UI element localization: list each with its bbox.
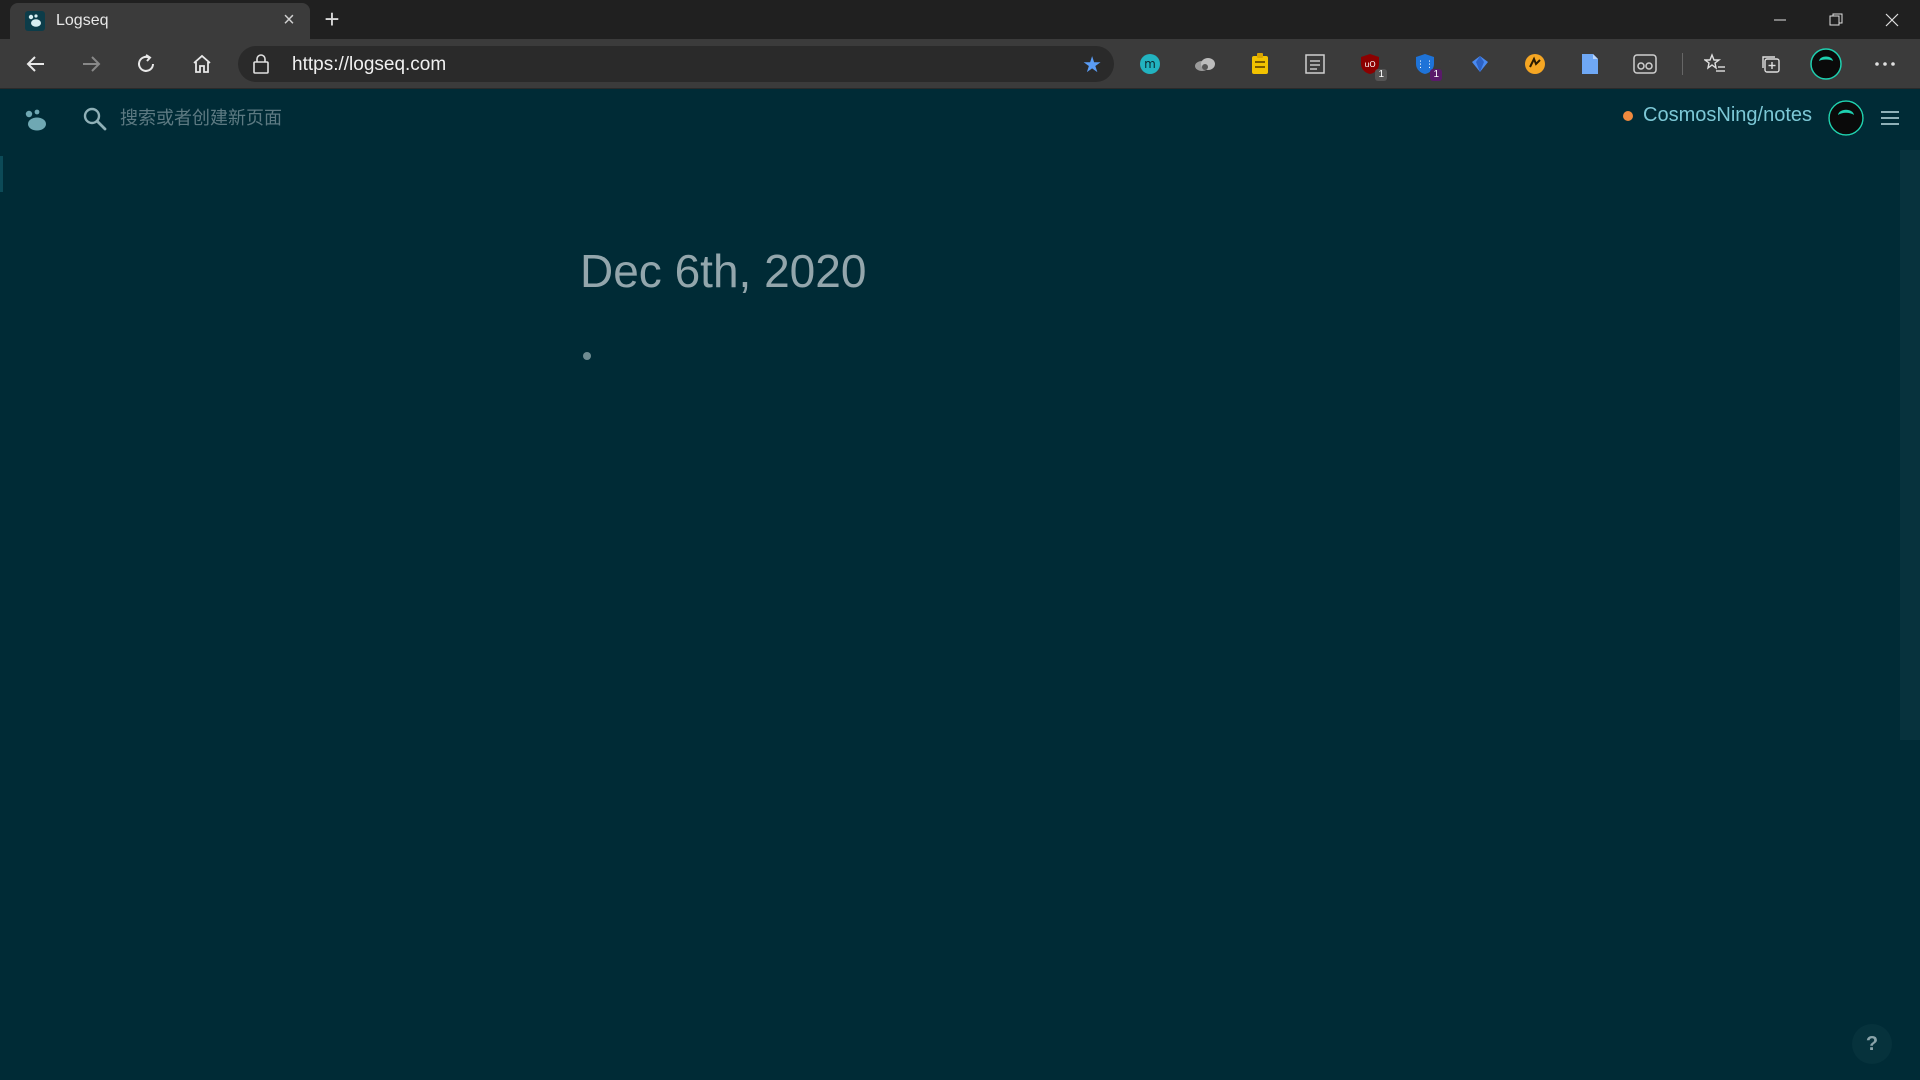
minimize-icon[interactable]	[1752, 0, 1808, 39]
tab-title: Logseq	[56, 12, 109, 29]
notes-extension-icon[interactable]	[1245, 49, 1275, 79]
glasses-extension-icon[interactable]	[1630, 49, 1660, 79]
cloud-extension-icon[interactable]	[1190, 49, 1220, 79]
page-title[interactable]: Dec 6th, 2020	[580, 244, 866, 298]
browser-nav-bar: https://logseq.com ★ m uO 1 ⋮⋮ 1	[0, 39, 1920, 89]
refresh-icon[interactable]	[129, 47, 163, 81]
svg-text:m: m	[1144, 57, 1156, 71]
shield-extension-icon[interactable]: ⋮⋮ 1	[1410, 49, 1442, 81]
collections-icon[interactable]	[1756, 49, 1786, 79]
more-icon[interactable]	[1870, 49, 1900, 79]
block-bullet[interactable]	[583, 352, 591, 360]
close-window-icon[interactable]	[1864, 0, 1920, 39]
doc-extension-icon[interactable]	[1575, 49, 1605, 79]
browser-tab-bar: Logseq × +	[0, 0, 1920, 39]
lock-icon[interactable]	[252, 54, 270, 74]
browser-tab[interactable]: Logseq ×	[10, 3, 310, 39]
gem-extension-icon[interactable]	[1465, 49, 1495, 79]
sync-status-dot	[1623, 110, 1634, 121]
repo-link[interactable]: CosmosNing/notes	[1623, 104, 1812, 127]
ublock-extension-icon[interactable]: uO 1	[1355, 49, 1387, 81]
hamburger-menu-icon[interactable]	[1878, 106, 1902, 130]
orange-extension-icon[interactable]	[1520, 49, 1550, 79]
address-bar[interactable]: https://logseq.com ★	[238, 46, 1114, 82]
search-input[interactable]	[120, 100, 540, 136]
close-tab-icon[interactable]: ×	[278, 9, 300, 31]
url-text[interactable]: https://logseq.com	[292, 54, 446, 76]
reader-extension-icon[interactable]	[1300, 49, 1330, 79]
ublock-badge: 1	[1375, 69, 1387, 81]
favorite-star-icon[interactable]: ★	[1082, 52, 1102, 78]
m-extension-icon[interactable]: m	[1135, 49, 1165, 79]
logseq-app: CosmosNing/notes Dec 6th, 2020 ?	[0, 90, 1920, 1080]
favorites-icon[interactable]	[1700, 49, 1730, 79]
user-avatar[interactable]	[1828, 100, 1864, 136]
logseq-favicon-icon	[25, 11, 45, 31]
repo-name[interactable]: CosmosNing/notes	[1643, 104, 1812, 127]
forward-icon[interactable]	[74, 47, 108, 81]
search-icon[interactable]	[82, 106, 108, 132]
shield-badge: 1	[1430, 69, 1442, 81]
toolbar-separator	[1682, 53, 1683, 75]
home-icon[interactable]	[185, 47, 219, 81]
logseq-logo-icon[interactable]	[20, 104, 52, 136]
help-button[interactable]: ?	[1852, 1024, 1892, 1064]
scrollbar[interactable]	[1900, 150, 1920, 740]
left-sidebar-handle[interactable]	[0, 156, 3, 192]
restore-icon[interactable]	[1808, 0, 1864, 39]
profile-avatar[interactable]	[1810, 48, 1842, 80]
new-tab-icon[interactable]: +	[318, 5, 346, 33]
svg-text:uO: uO	[1364, 60, 1375, 69]
back-icon[interactable]	[19, 47, 53, 81]
